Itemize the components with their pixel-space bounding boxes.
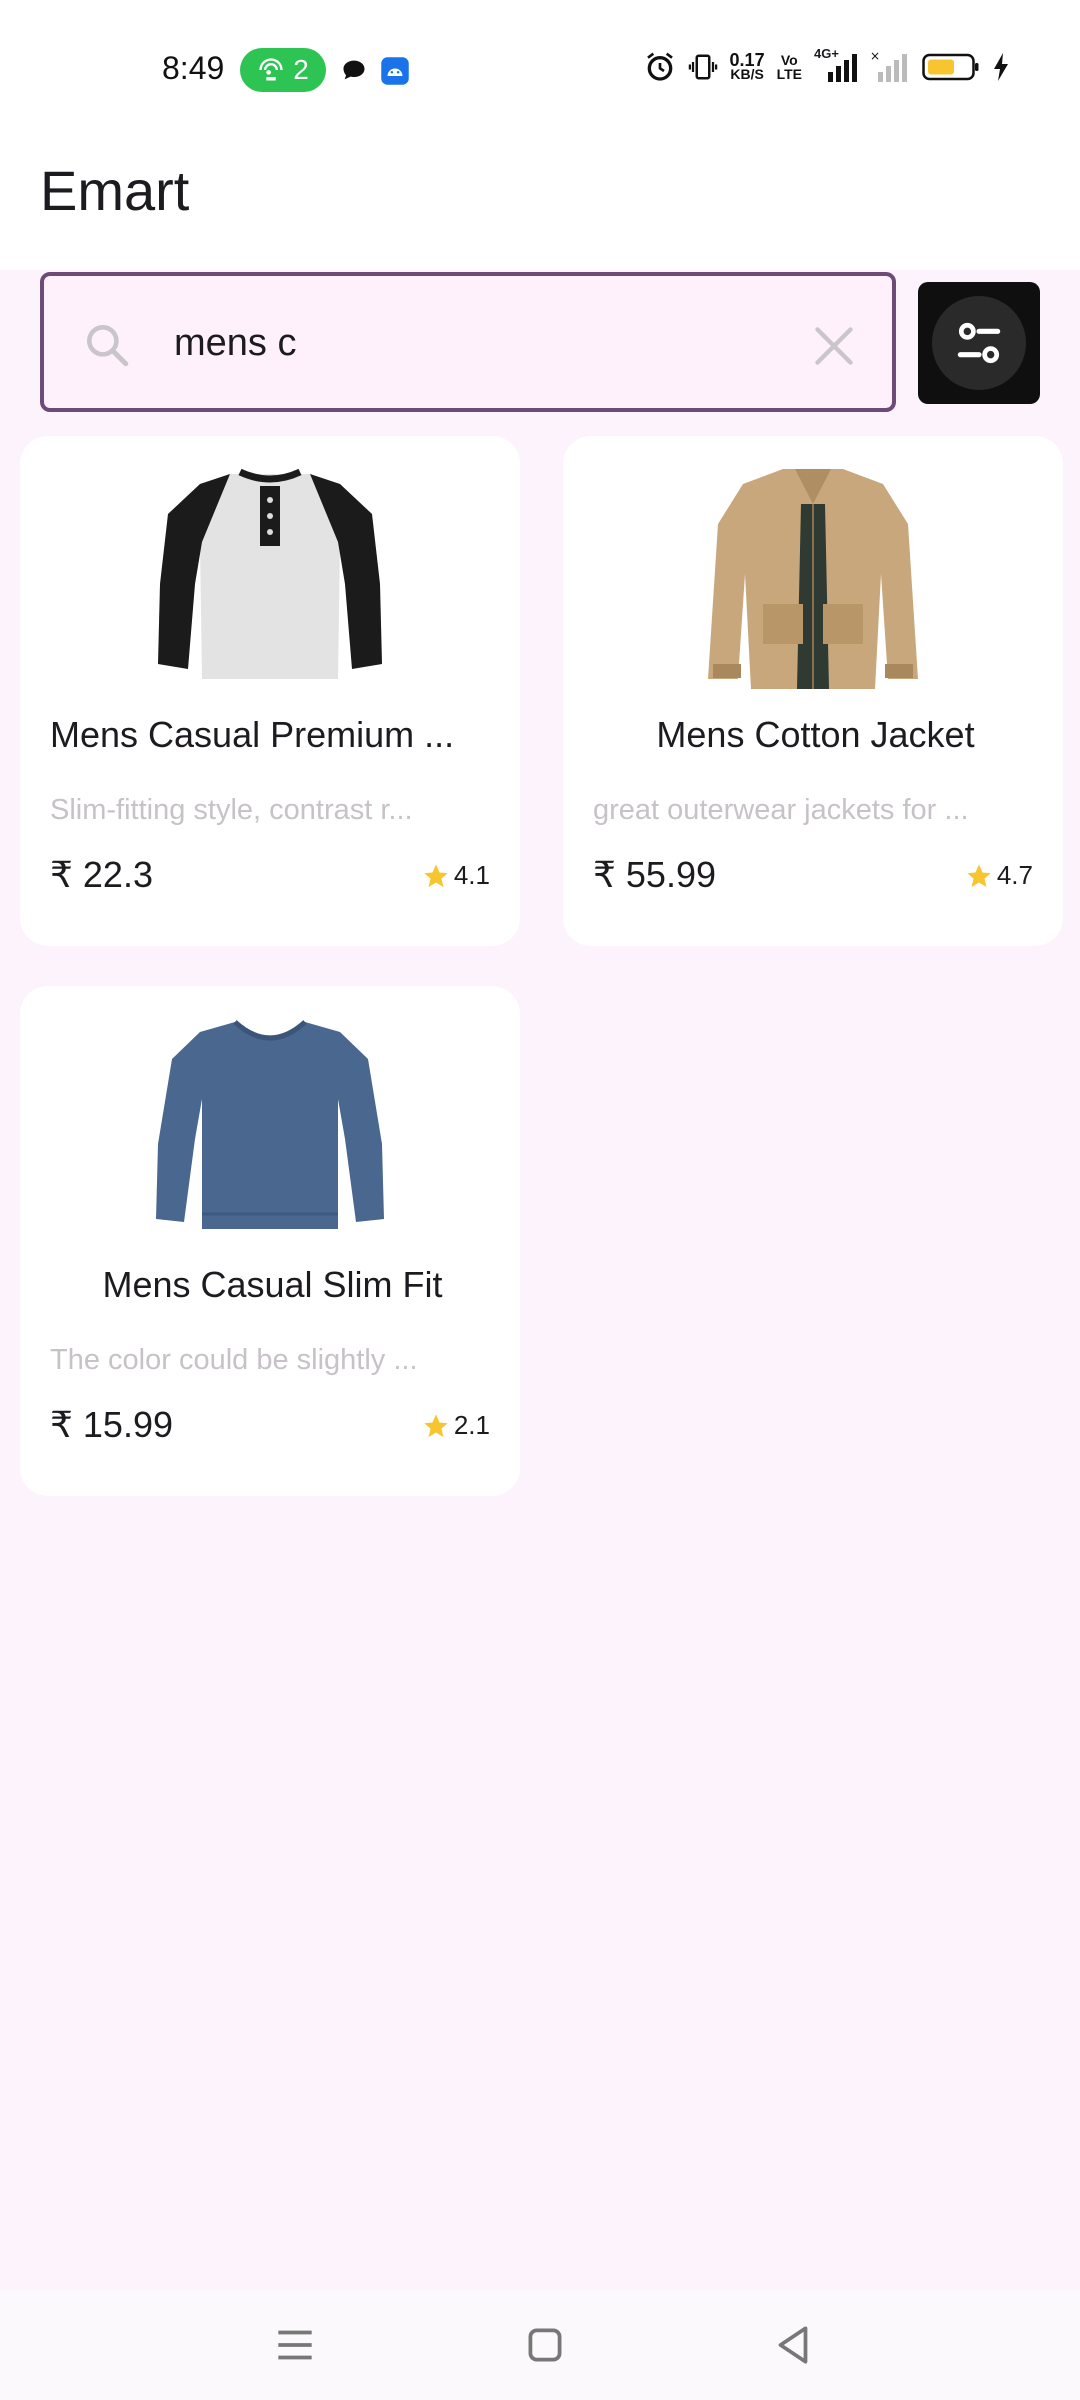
- system-nav-bar: [0, 2290, 1080, 2400]
- app-title: Emart: [40, 159, 190, 222]
- status-bar: 8:49 2 0.17 KB/S Vo LTE 4G+ ×: [0, 0, 1080, 140]
- signal-bars-weak-icon: ×: [870, 50, 907, 82]
- product-card[interactable]: Mens Cotton Jacket great outerwear jacke…: [563, 436, 1063, 946]
- star-icon: [424, 1413, 448, 1437]
- search-field[interactable]: mens c: [40, 272, 896, 412]
- hotspot-count: 2: [293, 54, 309, 85]
- filter-icon-circle: [932, 296, 1026, 390]
- chat-bubble-icon: [343, 60, 365, 80]
- filter-button[interactable]: [918, 282, 1040, 404]
- hotspot-pill: 2: [240, 48, 326, 92]
- hotspot-icon: [259, 58, 283, 81]
- clear-icon[interactable]: [812, 324, 856, 368]
- rating-value: 4.1: [453, 860, 490, 890]
- product-description: Slim-fitting style, contrast r...: [50, 794, 413, 826]
- star-icon: [424, 863, 448, 887]
- slim-fit-shirt-image: [20, 1014, 520, 1244]
- product-title: Mens Cotton Jacket: [656, 714, 975, 755]
- menu-icon[interactable]: [270, 2320, 320, 2370]
- home-icon[interactable]: [520, 2320, 570, 2370]
- vibrate-icon: [688, 54, 717, 80]
- product-description: great outerwear jackets for ...: [593, 794, 969, 826]
- app-bar: Emart: [0, 140, 1080, 270]
- signal-bars-icon: [828, 54, 857, 82]
- net-speed: 0.17 KB/S: [729, 50, 765, 82]
- product-price: ₹ 55.99: [593, 854, 716, 895]
- charging-icon: [994, 53, 1008, 81]
- product-rating: 4.1: [422, 860, 490, 891]
- product-description: The color could be slightly ...: [50, 1344, 418, 1376]
- battery-icon: [922, 53, 979, 81]
- status-right-group: 0.17 KB/S Vo LTE 4G+ ×: [644, 46, 1010, 84]
- product-card[interactable]: Mens Casual Premium ... Slim-fitting sty…: [20, 436, 520, 946]
- product-rating: 4.7: [965, 860, 1033, 891]
- product-title: Mens Casual Premium ...: [50, 714, 455, 755]
- android-app-icon: [381, 57, 409, 85]
- search-input[interactable]: mens c: [174, 322, 296, 365]
- product-price: ₹ 15.99: [50, 1404, 173, 1445]
- product-card[interactable]: Mens Casual Slim Fit The color could be …: [20, 986, 520, 1496]
- henley-tshirt-image: [20, 464, 520, 694]
- status-time: 8:49: [162, 50, 225, 86]
- signal-4g: 4G+: [814, 46, 858, 84]
- product-rating: 2.1: [422, 1410, 490, 1441]
- back-icon[interactable]: [768, 2320, 818, 2370]
- volte-indicator: Vo LTE: [776, 52, 802, 82]
- filter-sliders-icon: [957, 322, 1001, 364]
- svg-text:×: ×: [870, 50, 880, 63]
- product-price: ₹ 22.3: [50, 854, 153, 895]
- cotton-jacket-image: [563, 464, 1063, 694]
- product-title: Mens Casual Slim Fit: [102, 1264, 443, 1305]
- search-icon: [87, 325, 129, 367]
- rating-value: 4.7: [996, 860, 1033, 890]
- alarm-icon: [646, 52, 673, 81]
- star-icon: [967, 863, 991, 887]
- rating-value: 2.1: [453, 1410, 490, 1440]
